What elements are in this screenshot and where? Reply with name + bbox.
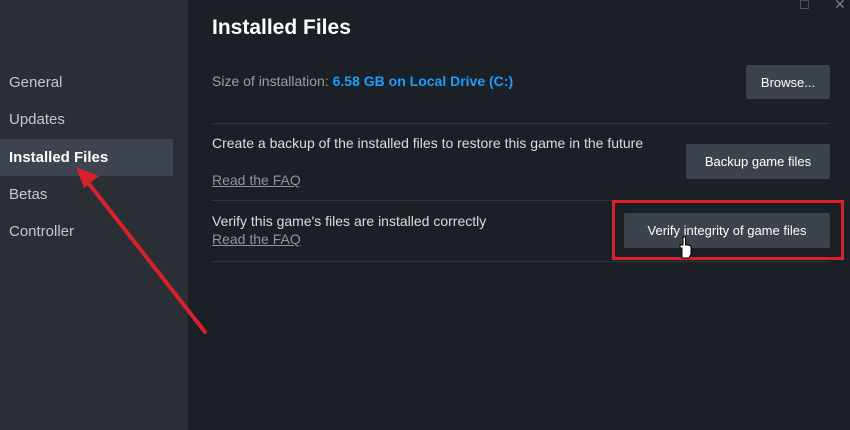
browse-button[interactable]: Browse... <box>746 65 830 99</box>
backup-game-files-button[interactable]: Backup game files <box>686 144 830 179</box>
hand-cursor-icon <box>679 236 692 259</box>
main-panel: □ ✕ Installed Files Size of installation… <box>188 0 850 430</box>
sidebar-item-general[interactable]: General <box>0 64 173 101</box>
sidebar-item-installed-files[interactable]: Installed Files <box>0 139 173 176</box>
size-label: Size of installation: <box>212 73 329 89</box>
highlight-box <box>612 200 844 260</box>
divider <box>212 261 830 262</box>
maximize-icon[interactable]: □ <box>800 0 808 12</box>
verify-faq-link[interactable]: Read the FAQ <box>212 231 301 247</box>
sidebar: General Updates Installed Files Betas Co… <box>0 0 188 430</box>
verify-description: Verify this game's files are installed c… <box>212 213 487 229</box>
backup-description: Create a backup of the installed files t… <box>212 135 644 151</box>
close-icon[interactable]: ✕ <box>834 0 846 13</box>
backup-faq-link[interactable]: Read the FAQ <box>212 172 301 188</box>
sidebar-item-controller[interactable]: Controller <box>0 213 173 250</box>
sidebar-item-updates[interactable]: Updates <box>0 101 173 138</box>
sidebar-item-betas[interactable]: Betas <box>0 176 173 213</box>
divider <box>212 123 830 124</box>
page-title: Installed Files <box>212 16 351 39</box>
size-value[interactable]: 6.58 GB on Local Drive (C:) <box>333 73 513 89</box>
installation-size: Size of installation: 6.58 GB on Local D… <box>212 73 513 89</box>
